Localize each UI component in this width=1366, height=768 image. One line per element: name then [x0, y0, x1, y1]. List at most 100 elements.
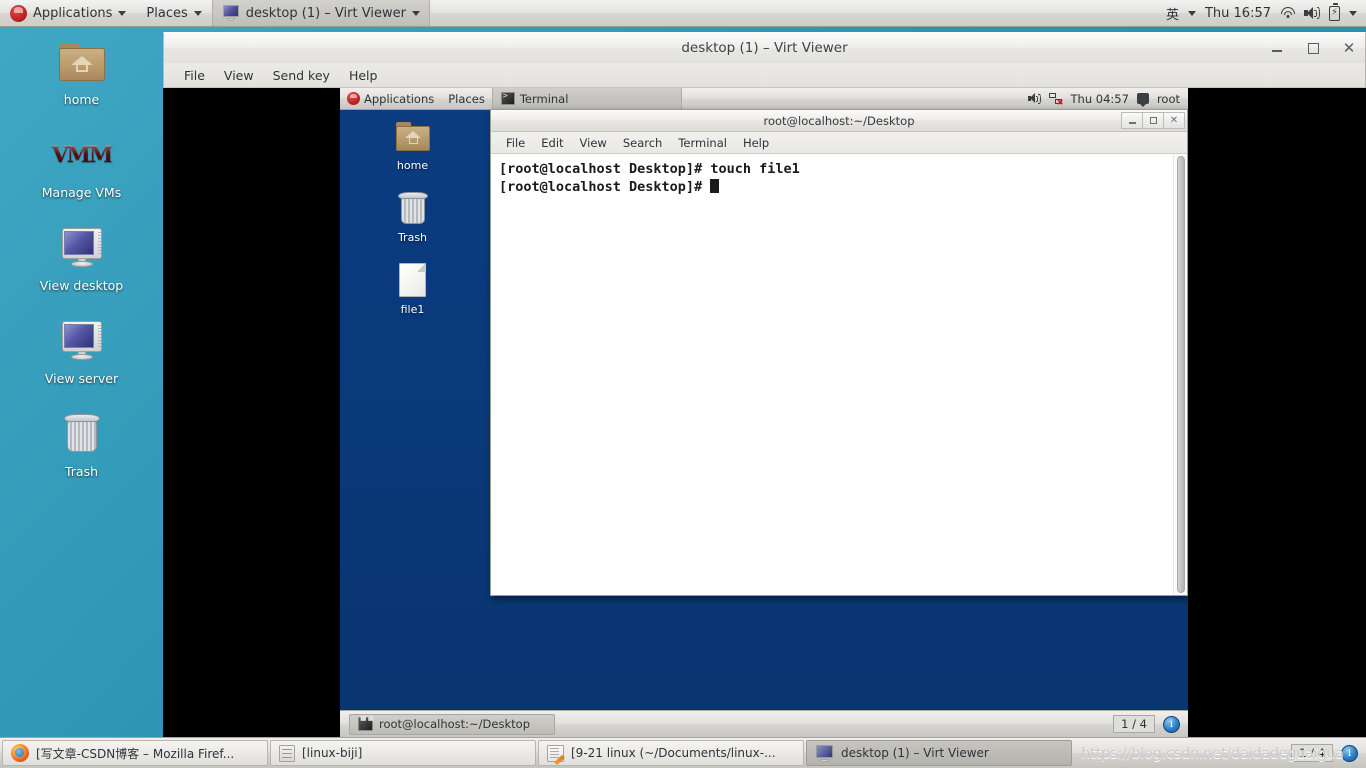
virt-viewer-display-area[interactable]: Applications Places Terminal ✖ Thu 04:57 [163, 88, 1366, 737]
taskbar-item-linux-biji[interactable]: [linux-biji] [270, 740, 536, 766]
terminal-body[interactable]: [root@localhost Desktop]# touch file1 [r… [491, 154, 1187, 595]
guest-workspace-area: 1 / 4 i [1113, 715, 1188, 733]
guest-desktop-icons: home Trash file1 [340, 116, 485, 332]
taskbar-item-firefox[interactable]: [写文章-CSDN博客 – Mozilla Firef... [2, 740, 268, 766]
desktop-icon-label: home [63, 92, 100, 107]
terminal-window[interactable]: root@localhost:~/Desktop ✕ File Edit Vie… [490, 109, 1188, 596]
network-disconnected-icon[interactable]: ✖ [1048, 92, 1064, 107]
files-icon [279, 744, 295, 762]
minimize-button[interactable] [1269, 40, 1285, 56]
places-menu-label: Places [146, 5, 188, 21]
terminal-line-1: [root@localhost Desktop]# touch file1 [499, 161, 800, 177]
firefox-icon [11, 744, 29, 762]
host-top-panel: Applications Places desktop (1) – Virt V… [0, 0, 1366, 27]
monitor-icon [0, 315, 163, 367]
guest-clock[interactable]: Thu 04:57 [1071, 92, 1129, 106]
guest-user-label[interactable]: root [1157, 92, 1180, 106]
desktop-icon-trash[interactable]: Trash [0, 408, 163, 479]
home-folder-icon [340, 116, 485, 156]
monitor-icon [815, 744, 834, 762]
guest-bottom-panel: root@localhost:~/Desktop 1 / 4 i [340, 710, 1188, 737]
terminal-titlebar[interactable]: root@localhost:~/Desktop ✕ [491, 110, 1187, 132]
guest-applications-label: Applications [364, 91, 435, 106]
close-button[interactable]: ✕ [1163, 112, 1185, 129]
host-taskbar-right: 1 / 4 i [1291, 744, 1364, 762]
menu-send-key[interactable]: Send key [265, 66, 338, 85]
menu-file[interactable]: File [176, 66, 213, 85]
menu-edit[interactable]: Edit [534, 134, 570, 152]
virt-manager-icon: VMM [0, 129, 163, 181]
desktop-icon-label: Manage VMs [41, 185, 122, 200]
chevron-down-icon [193, 10, 202, 16]
menu-file[interactable]: File [499, 134, 532, 152]
virt-viewer-titlebar[interactable]: desktop (1) – Virt Viewer ✕ [163, 32, 1366, 63]
menu-terminal[interactable]: Terminal [671, 134, 734, 152]
terminal-window-controls: ✕ [1121, 112, 1185, 129]
host-desktop: Applications Places desktop (1) – Virt V… [0, 0, 1366, 768]
terminal-output[interactable]: [root@localhost Desktop]# touch file1 [r… [491, 154, 1173, 595]
menu-view[interactable]: View [573, 134, 614, 152]
menu-search[interactable]: Search [616, 134, 670, 152]
maximize-button[interactable] [1305, 40, 1321, 56]
volume-icon[interactable] [1304, 6, 1320, 20]
scrollbar-thumb[interactable] [1177, 156, 1185, 593]
guest-icon-home[interactable]: home [340, 116, 485, 172]
guest-window-task-label: Terminal [519, 91, 569, 106]
menu-help[interactable]: Help [341, 66, 386, 85]
host-clock[interactable]: Thu 16:57 [1205, 6, 1271, 21]
terminal-menubar: File Edit View Search Terminal Help [491, 132, 1187, 154]
taskbar-item-virt-viewer[interactable]: desktop (1) – Virt Viewer [806, 740, 1072, 766]
trash-icon [0, 408, 163, 460]
guest-window-task-terminal[interactable]: Terminal [491, 88, 682, 109]
guest-taskbar-item-terminal[interactable]: root@localhost:~/Desktop [349, 713, 555, 735]
guest-icon-file1[interactable]: file1 [340, 260, 485, 316]
taskbar-item-label: desktop (1) – Virt Viewer [841, 746, 989, 760]
wifi-icon[interactable] [1280, 7, 1295, 19]
host-window-task-virt-viewer[interactable]: desktop (1) – Virt Viewer [211, 0, 430, 26]
guest-desktop[interactable]: Applications Places Terminal ✖ Thu 04:57 [340, 88, 1188, 737]
chevron-down-icon[interactable] [1187, 10, 1196, 16]
places-menu[interactable]: Places [136, 0, 211, 26]
guest-applications-menu[interactable]: Applications [340, 88, 441, 109]
close-button[interactable]: ✕ [1341, 40, 1357, 56]
notification-badge[interactable]: i [1163, 715, 1180, 733]
menu-help[interactable]: Help [736, 134, 776, 152]
desktop-icon-view-server[interactable]: View server [0, 315, 163, 386]
fedora-logo-icon [10, 4, 27, 22]
fedora-logo-icon [347, 92, 360, 105]
menu-view[interactable]: View [216, 66, 262, 85]
terminal-scrollbar[interactable] [1173, 154, 1187, 595]
input-method-indicator[interactable]: 英 [1166, 4, 1179, 23]
guest-icon-label: home [396, 159, 429, 172]
desktop-icon-view-desktop[interactable]: View desktop [0, 222, 163, 293]
virt-viewer-window-controls: ✕ [1269, 33, 1357, 63]
applications-menu[interactable]: Applications [0, 0, 136, 26]
terminal-title: root@localhost:~/Desktop [763, 113, 915, 128]
terminal-icon [500, 91, 515, 105]
chevron-down-icon[interactable] [1349, 10, 1357, 16]
gedit-icon [547, 744, 564, 762]
maximize-button[interactable] [1142, 112, 1164, 129]
taskbar-item-label: [写文章-CSDN博客 – Mozilla Firef... [36, 746, 235, 761]
minimize-button[interactable] [1121, 112, 1143, 129]
user-icon [1136, 93, 1149, 107]
terminal-icon [358, 714, 375, 731]
guest-places-menu[interactable]: Places [441, 88, 492, 109]
monitor-icon [0, 222, 163, 274]
desktop-icon-manage-vms[interactable]: VMM Manage VMs [0, 129, 163, 200]
taskbar-item-gedit[interactable]: [9-21 linux (~/Documents/linux-... [538, 740, 804, 766]
host-desktop-icons: home VMM Manage VMs View desktop View se… [0, 36, 163, 501]
desktop-icon-home[interactable]: home [0, 36, 163, 107]
volume-icon[interactable] [1027, 93, 1041, 104]
home-folder-icon [0, 36, 163, 88]
host-window-task-label: desktop (1) – Virt Viewer [245, 5, 406, 21]
notification-badge[interactable]: i [1341, 744, 1358, 762]
virt-viewer-menubar: File View Send key Help [163, 63, 1366, 88]
desktop-icon-label: Trash [64, 464, 99, 479]
host-taskbar: [写文章-CSDN博客 – Mozilla Firef... [linux-bi… [0, 737, 1366, 768]
guest-icon-trash[interactable]: Trash [340, 188, 485, 244]
battery-icon[interactable] [1329, 3, 1340, 21]
chevron-down-icon [118, 10, 127, 16]
host-workspace-indicator[interactable]: 1 / 4 [1291, 744, 1333, 762]
guest-workspace-indicator[interactable]: 1 / 4 [1113, 715, 1155, 733]
